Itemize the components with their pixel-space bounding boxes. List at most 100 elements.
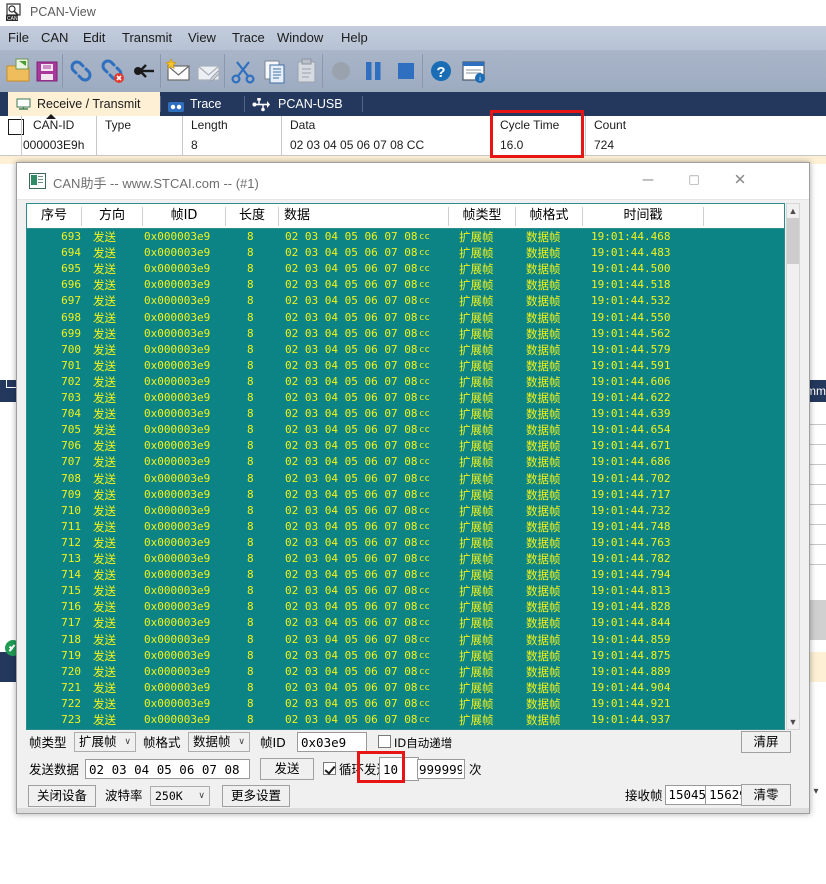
col-header-seq[interactable]: 序号 (27, 204, 81, 228)
tab-pcan-usb[interactable]: PCAN-USB (252, 92, 362, 116)
disconnect-link-icon[interactable] (98, 54, 128, 88)
loop-send-checkbox[interactable] (323, 762, 336, 775)
cut-icon[interactable] (228, 54, 258, 88)
table-row[interactable]: 715 发送 0x000003e9 8 02 03 04 05 06 07 08 cc 扩展… (27, 583, 784, 599)
col-header-dir[interactable]: 方向 (82, 204, 142, 228)
cell-data-tail: cc (419, 570, 430, 581)
column-header-data[interactable]: Data (290, 118, 315, 132)
menu-help[interactable]: Help (341, 30, 368, 45)
cell-frame-format: 数据帧 (526, 310, 561, 325)
copy-icon[interactable] (260, 54, 290, 88)
table-row[interactable]: 696 发送 0x000003e9 8 02 03 04 05 06 07 08 cc 扩展… (27, 277, 784, 293)
table-row[interactable]: 721 发送 0x000003e9 8 02 03 04 05 06 07 08 cc 扩展… (27, 680, 784, 696)
column-header-length[interactable]: Length (191, 118, 228, 132)
pause-icon[interactable] (358, 54, 388, 88)
new-message-icon[interactable] (164, 54, 194, 88)
col-header-frame-type[interactable]: 帧类型 (449, 204, 515, 228)
cell-frame-id: 0x000003e9 (144, 664, 211, 678)
clear-screen-button[interactable]: 清屏 (741, 731, 791, 753)
repeat-count-input[interactable] (417, 759, 465, 779)
table-row[interactable]: 718 发送 0x000003e9 8 02 03 04 05 06 07 08 cc 扩展… (27, 632, 784, 648)
tab-trace[interactable]: Trace (168, 92, 244, 116)
table-row[interactable]: 719 发送 0x000003e9 8 02 03 04 05 06 07 08 cc 扩展… (27, 648, 784, 664)
table-row[interactable]: 708 发送 0x000003e9 8 02 03 04 05 06 07 08 cc 扩展… (27, 471, 784, 487)
col-header-timestamp[interactable]: 时间戳 (583, 204, 703, 228)
table-row[interactable]: 713 发送 0x000003e9 8 02 03 04 05 06 07 08 cc 扩展… (27, 551, 784, 567)
scroll-down-arrow[interactable]: ▼ (787, 715, 799, 729)
table-row[interactable]: 701 发送 0x000003e9 8 02 03 04 05 06 07 08 cc 扩展… (27, 358, 784, 374)
col-header-frame-id[interactable]: 帧ID (143, 204, 225, 228)
open-folder-icon[interactable] (4, 54, 34, 88)
table-row[interactable]: 717 发送 0x000003e9 8 02 03 04 05 06 07 08 cc 扩展… (27, 615, 784, 631)
can-assistant-dialog[interactable]: CAN助手 -- www.STCAI.com -- (#1) ─ □ ✕ 序号 … (16, 162, 810, 814)
help-icon[interactable]: ? (426, 54, 456, 88)
maximize-button[interactable]: □ (671, 163, 717, 197)
minimize-button[interactable]: ─ (625, 163, 671, 197)
cell-frame-format: 数据帧 (526, 423, 561, 438)
table-row[interactable]: 702 发送 0x000003e9 8 02 03 04 05 06 07 08 cc 扩展… (27, 374, 784, 390)
menu-window[interactable]: Window (277, 30, 323, 45)
menu-file[interactable]: File (8, 30, 29, 45)
table-row[interactable]: 712 发送 0x000003e9 8 02 03 04 05 06 07 08 cc 扩展… (27, 535, 784, 551)
frame-list-rows[interactable]: 693 发送 0x000003e9 8 02 03 04 05 06 07 08 cc 扩展… (26, 229, 785, 731)
close-device-button[interactable]: 关闭设备 (28, 785, 96, 807)
col-header-data[interactable]: 数据 (284, 204, 344, 228)
more-settings-button[interactable]: 更多设置 (222, 785, 290, 807)
table-row[interactable]: 695 发送 0x000003e9 8 02 03 04 05 06 07 08 cc 扩展… (27, 261, 784, 277)
send-data-input[interactable] (85, 759, 250, 779)
menu-edit[interactable]: Edit (83, 30, 105, 45)
column-header-count[interactable]: Count (594, 118, 626, 132)
table-row[interactable]: 710 发送 0x000003e9 8 02 03 04 05 06 07 08 cc 扩展… (27, 503, 784, 519)
table-row[interactable]: 698 发送 0x000003e9 8 02 03 04 05 06 07 08 cc 扩展… (27, 310, 784, 326)
menu-view[interactable]: View (188, 30, 216, 45)
column-header-type[interactable]: Type (105, 118, 131, 132)
baudrate-select[interactable]: 250K ∨ (150, 786, 210, 806)
auto-increment-checkbox[interactable] (378, 735, 391, 748)
dialog-titlebar[interactable]: CAN助手 -- www.STCAI.com -- (#1) ─ □ ✕ (17, 163, 809, 200)
close-button[interactable]: ✕ (717, 163, 763, 197)
column-header-can-id[interactable]: CAN-ID (33, 118, 74, 132)
connect-link-icon[interactable] (66, 54, 96, 88)
cell-frame-format: 数据帧 (526, 471, 561, 486)
table-row[interactable]: 722 发送 0x000003e9 8 02 03 04 05 06 07 08 cc 扩展… (27, 696, 784, 712)
table-row[interactable]: 709 发送 0x000003e9 8 02 03 04 05 06 07 08 cc 扩展… (27, 487, 784, 503)
table-row[interactable]: 697 发送 0x000003e9 8 02 03 04 05 06 07 08 cc 扩展… (27, 293, 784, 309)
frame-format-select[interactable]: 数据帧 ∨ (188, 732, 250, 752)
col-header-length[interactable]: 长度 (226, 204, 278, 228)
table-row[interactable]: 703 发送 0x000003e9 8 02 03 04 05 06 07 08 cc 扩展… (27, 390, 784, 406)
tab-receive-transmit[interactable]: Receive / Transmit (8, 92, 160, 116)
tab-receive-transmit-label: Receive / Transmit (37, 97, 141, 111)
status-info-icon[interactable]: i (458, 54, 488, 88)
frame-type-select[interactable]: 扩展帧 ∨ (74, 732, 136, 752)
menu-transmit[interactable]: Transmit (122, 30, 172, 45)
table-row[interactable]: 711 发送 0x000003e9 8 02 03 04 05 06 07 08 cc 扩展… (27, 519, 784, 535)
scrollbar-thumb[interactable] (787, 218, 799, 264)
table-row[interactable]: 704 发送 0x000003e9 8 02 03 04 05 06 07 08 cc 扩展… (27, 406, 784, 422)
toolbar-separator-4 (322, 54, 323, 88)
table-row[interactable]: 705 发送 0x000003e9 8 02 03 04 05 06 07 08 cc 扩展… (27, 422, 784, 438)
menu-trace[interactable]: Trace (232, 30, 265, 45)
receive-arrow-icon[interactable] (130, 54, 160, 88)
table-row[interactable]: 714 发送 0x000003e9 8 02 03 04 05 06 07 08 cc 扩展… (27, 567, 784, 583)
cell-frame-type: 扩展帧 (459, 600, 494, 615)
table-row[interactable]: 694 发送 0x000003e9 8 02 03 04 05 06 07 08 cc 扩展… (27, 245, 784, 261)
save-disk-icon[interactable] (32, 54, 62, 88)
table-row[interactable]: 706 发送 0x000003e9 8 02 03 04 05 06 07 08 cc 扩展… (27, 438, 784, 454)
cell-length: 8 (191, 138, 198, 152)
send-button[interactable]: 发送 (260, 758, 314, 780)
reset-counters-button[interactable]: 清零 (741, 784, 791, 806)
frame-list-scrollbar[interactable]: ▲ ▼ (786, 203, 800, 731)
table-row[interactable]: 699 发送 0x000003e9 8 02 03 04 05 06 07 08 cc 扩展… (27, 326, 784, 342)
menu-can[interactable]: CAN (41, 30, 68, 45)
table-row[interactable]: 707 发送 0x000003e9 8 02 03 04 05 06 07 08 cc 扩展… (27, 454, 784, 470)
frame-id-input[interactable] (297, 732, 367, 752)
table-row[interactable]: 720 发送 0x000003e9 8 02 03 04 05 06 07 08 cc 扩展… (27, 664, 784, 680)
col-header-frame-format[interactable]: 帧格式 (516, 204, 582, 228)
frame-list-header: 序号 方向 帧ID 长度 数据 帧类型 帧格式 时间戳 (26, 203, 785, 229)
table-row[interactable]: 700 发送 0x000003e9 8 02 03 04 05 06 07 08 cc 扩展… (27, 342, 784, 358)
stop-icon[interactable] (390, 54, 420, 88)
scroll-up-arrow[interactable]: ▲ (787, 204, 799, 218)
table-row[interactable]: 716 发送 0x000003e9 8 02 03 04 05 06 07 08 cc 扩展… (27, 599, 784, 615)
table-row[interactable]: 723 发送 0x000003e9 8 02 03 04 05 06 07 08 cc 扩展… (27, 712, 784, 728)
table-row[interactable]: 693 发送 0x000003e9 8 02 03 04 05 06 07 08 cc 扩展… (27, 229, 784, 245)
